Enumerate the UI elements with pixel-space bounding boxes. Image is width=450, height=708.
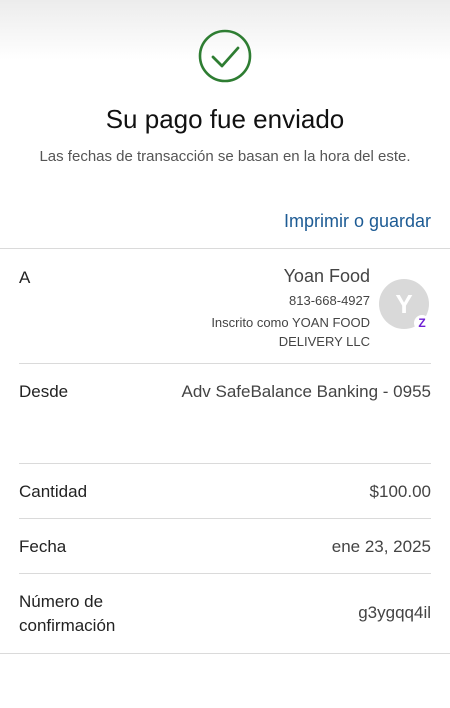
from-account: Adv SafeBalance Banking - 0955 [181,382,431,401]
from-label: Desde [19,382,69,401]
page-title: Su pago fue enviado [105,104,345,134]
zelle-icon: Z [414,315,430,331]
payee-name: Yoan Food [283,266,370,286]
amount-label: Cantidad [19,482,88,501]
divider [19,573,431,574]
print-or-save-link[interactable]: Imprimir o guardar [284,211,431,232]
date-value: ene 23, 2025 [331,537,431,556]
divider [19,518,431,519]
payee-phone: 813-668-4927 [289,293,370,308]
confirmation-number: g3ygqq4il [358,603,431,622]
confirmation-label: Número de confirmación [19,592,116,635]
check-circle-icon [198,29,252,83]
to-label: A [19,268,31,287]
divider [0,653,450,654]
payee-registered-as: Inscrito como YOAN FOOD DELIVERY LLC [211,315,370,349]
timezone-note: Las fechas de transacción se basan en la… [39,148,411,165]
divider [19,463,431,464]
date-label: Fecha [19,537,67,556]
divider [0,248,450,249]
divider [19,363,431,364]
amount-value: $100.00 [369,482,431,501]
